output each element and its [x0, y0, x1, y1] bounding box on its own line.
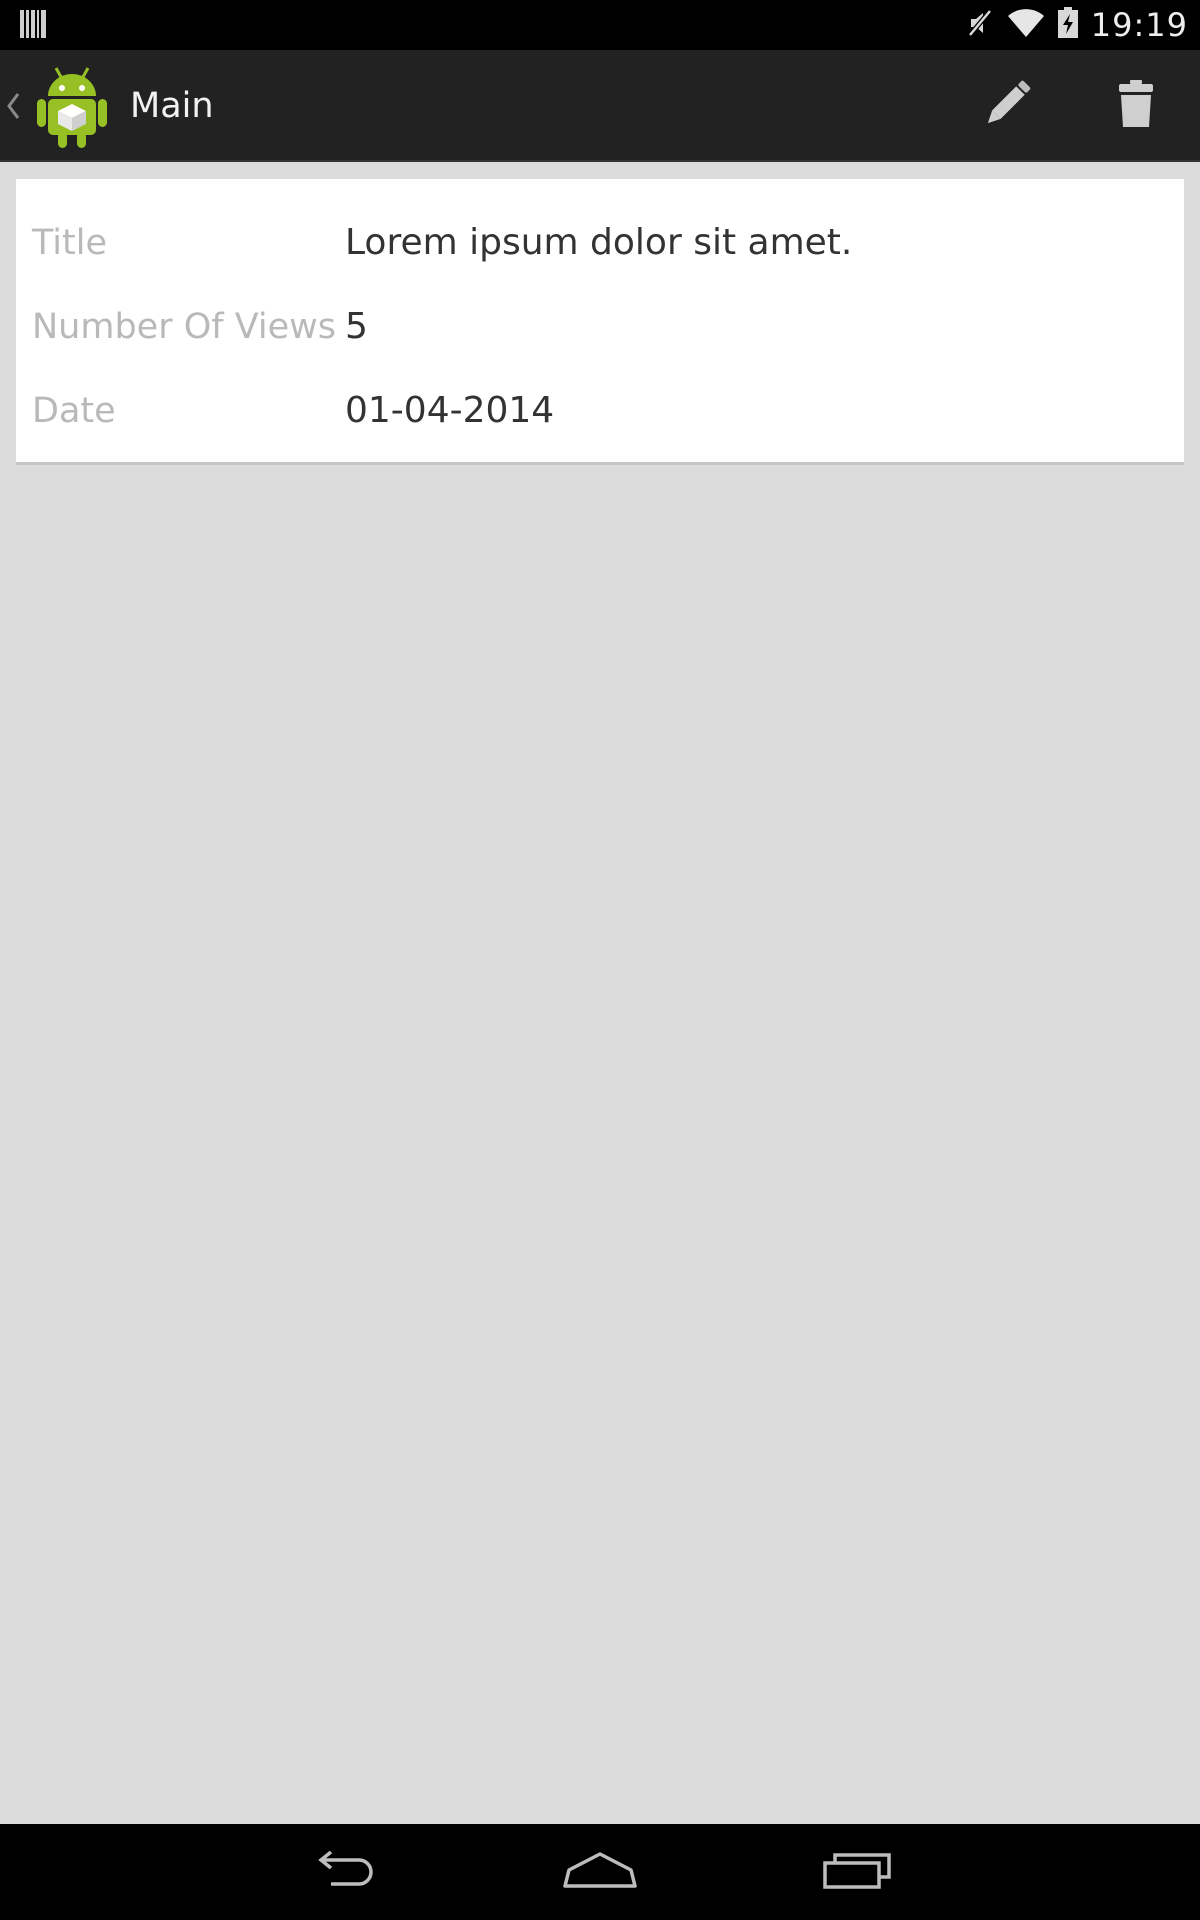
title-label: Title [32, 223, 108, 263]
detail-row-date: Date 01-04-2014 [16, 369, 1184, 453]
mute-icon [965, 8, 995, 42]
android-robot-icon [34, 62, 110, 154]
title-value: Lorem ipsum dolor sit amet. [345, 222, 853, 263]
views-label: Number Of Views [32, 307, 337, 347]
pencil-icon [979, 76, 1035, 136]
home-button[interactable] [530, 1824, 670, 1920]
battery-charging-icon [1057, 7, 1079, 43]
up-button[interactable]: Main Activity [0, 50, 340, 238]
recents-icon [823, 1851, 893, 1893]
home-icon [563, 1852, 637, 1892]
views-value: 5 [345, 306, 368, 347]
date-value: 01-04-2014 [345, 390, 555, 431]
back-button[interactable] [274, 1824, 414, 1920]
back-icon [309, 1850, 379, 1894]
detail-row-title: Title Lorem ipsum dolor sit amet. [16, 201, 1184, 285]
details-card: Title Lorem ipsum dolor sit amet. Number… [16, 179, 1184, 465]
clock: 19:19 [1090, 6, 1188, 44]
date-label: Date [32, 391, 116, 431]
status-bar: 19:19 [0, 0, 1200, 50]
action-bar: Main Activity [0, 50, 1200, 238]
chevron-left-icon [6, 92, 20, 124]
trash-icon [1118, 80, 1154, 132]
navigation-bar [0, 1824, 1200, 1920]
barcode-notification-icon [20, 10, 46, 42]
edit-button[interactable] [947, 50, 1067, 162]
wifi-icon [1007, 8, 1045, 42]
delete-button[interactable] [1076, 50, 1196, 162]
page-title: Main Activity [130, 86, 261, 238]
recents-button[interactable] [788, 1824, 928, 1920]
detail-row-views: Number Of Views 5 [16, 285, 1184, 369]
